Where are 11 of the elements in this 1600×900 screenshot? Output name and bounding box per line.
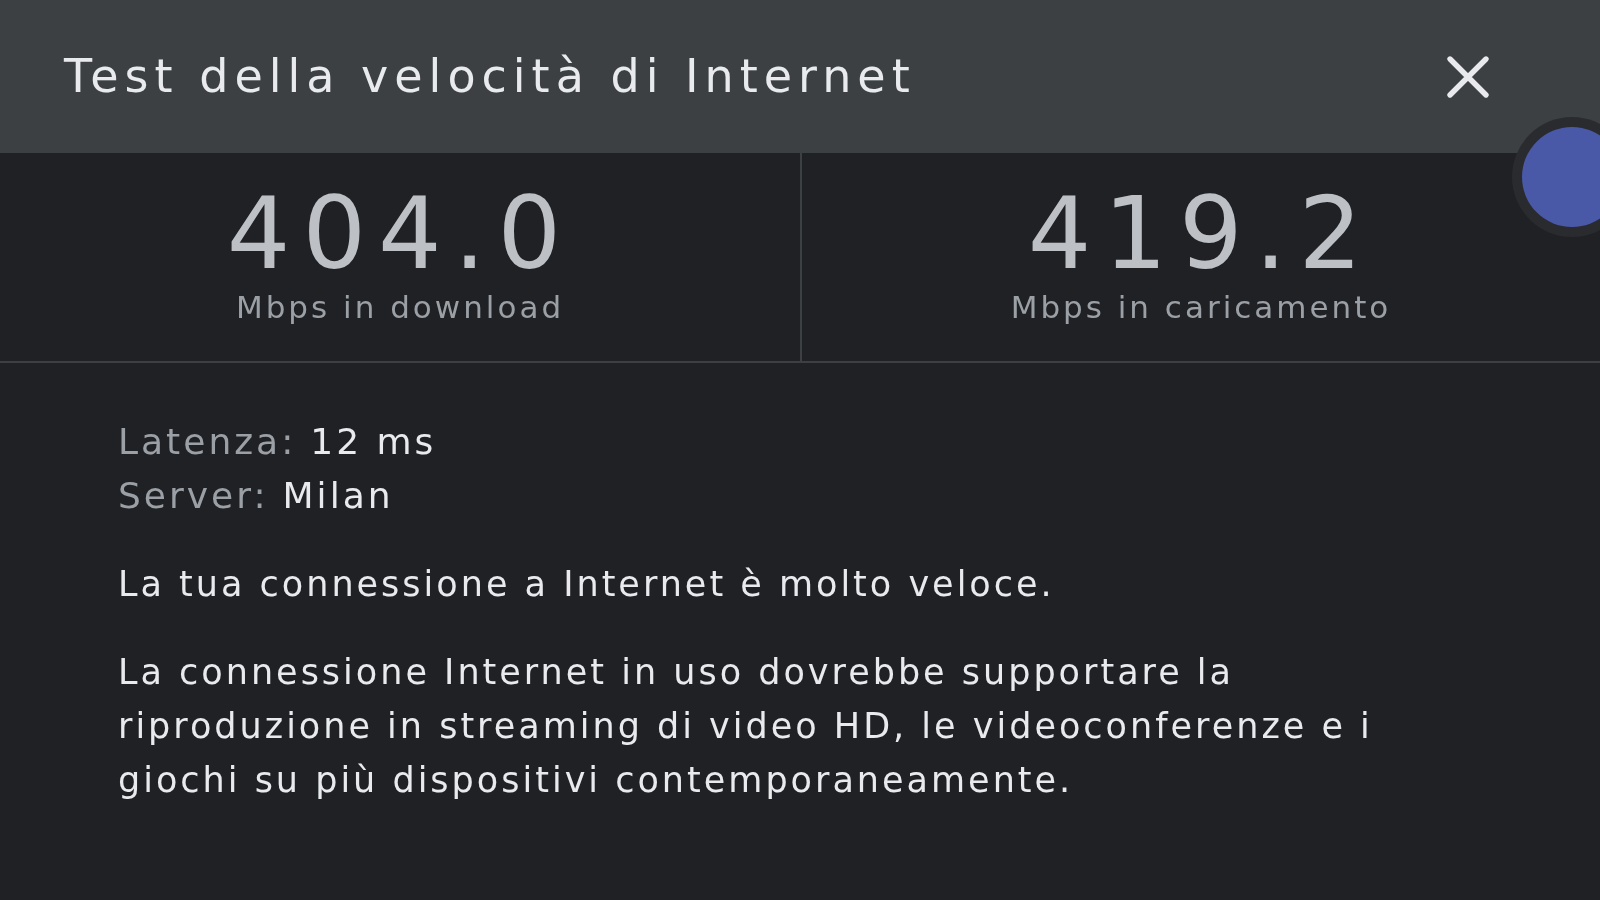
- summary-text: La tua connessione a Internet è molto veloce.: [118, 563, 1056, 606]
- dialog-title: Test della velocità di Internet: [64, 48, 916, 105]
- description-text: La connessione Internet in uso dovrebbe supportare la riproduzione in streaming di video HD, le videoconferenze e i giochi su più dispositivi contemporaneamente.: [118, 651, 1374, 802]
- speed-value: 404.0: [226, 183, 574, 284]
- speed-value: 419.2: [1027, 183, 1375, 284]
- detail-value: Milan: [282, 474, 394, 518]
- detail-value: 12 ms: [310, 420, 437, 464]
- detail-label: Server:: [118, 474, 269, 518]
- speed-label: Mbps in download: [235, 287, 565, 327]
- speed-label: Mbps in caricamento: [1010, 287, 1392, 327]
- detail-label: Latenza:: [118, 420, 297, 464]
